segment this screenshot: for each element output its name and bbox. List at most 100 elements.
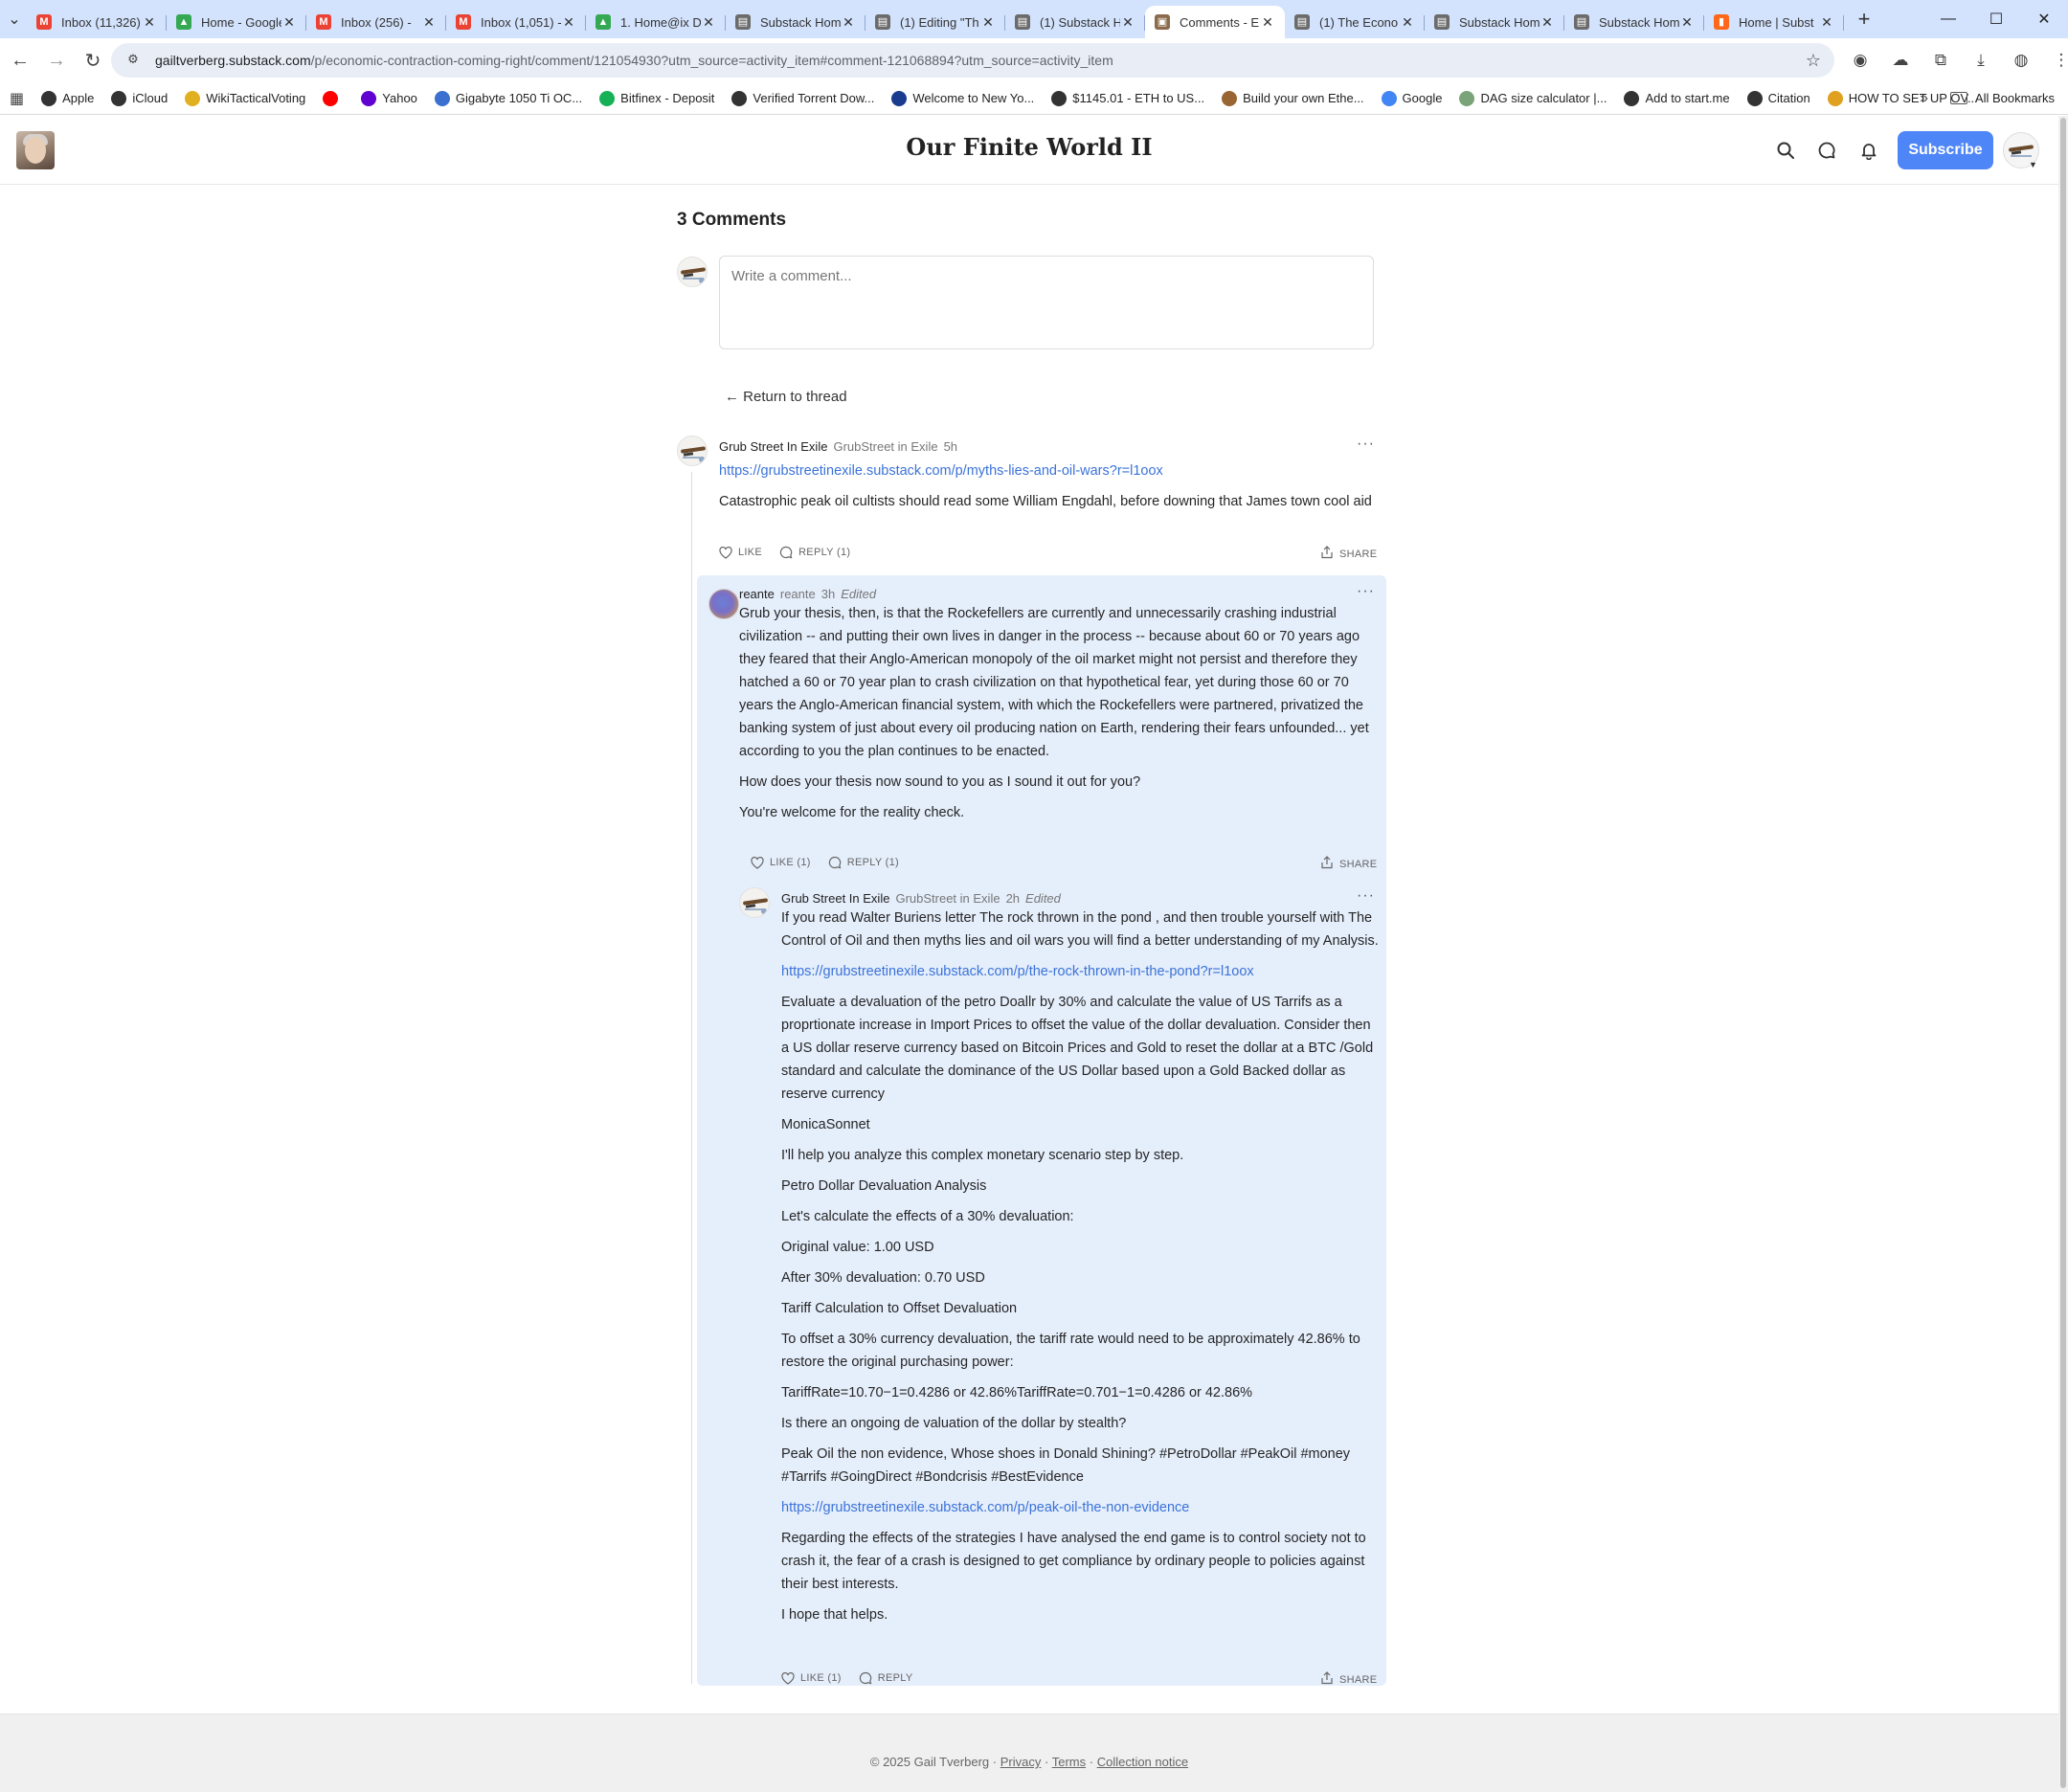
- scrollbar-thumb[interactable]: [2060, 118, 2066, 1788]
- share-button[interactable]: SHARE: [1320, 546, 1377, 562]
- bookmark-item[interactable]: Add to start.me: [1624, 90, 1730, 106]
- share-button[interactable]: SHARE: [1320, 856, 1377, 872]
- browser-tab[interactable]: ▤ Substack Hom ✕: [1425, 6, 1564, 38]
- browser-tab[interactable]: ▤ Substack Hom ✕: [1564, 6, 1704, 38]
- browser-tab[interactable]: ▲ Home - Google ✕: [167, 6, 306, 38]
- url-bar[interactable]: ⚙ gailtverberg.substack.com/p/economic-c…: [111, 43, 1834, 78]
- bookmark-item[interactable]: Bitfinex - Deposit: [599, 90, 714, 106]
- reload-icon[interactable]: ↻: [77, 44, 109, 77]
- bookmark-item[interactable]: [323, 90, 344, 106]
- profile-icon[interactable]: ◍: [2005, 44, 2037, 77]
- comment-link[interactable]: https://grubstreetinexile.substack.com/p…: [781, 1500, 1189, 1515]
- bookmarks-overflow-icon[interactable]: »: [1920, 90, 1928, 107]
- tab-close-icon[interactable]: ✕: [142, 14, 157, 31]
- extension-cloud-icon[interactable]: ☁: [1884, 44, 1917, 77]
- comment-time[interactable]: 3h: [821, 587, 835, 601]
- comment-link[interactable]: https://grubstreetinexile.substack.com/p…: [719, 463, 1163, 479]
- comment-handle[interactable]: GrubStreet in Exile: [833, 439, 937, 454]
- bookmark-item[interactable]: Welcome to New Yo...: [891, 90, 1034, 106]
- publication-title[interactable]: Our Finite World II: [0, 133, 2058, 161]
- close-window-icon[interactable]: ✕: [2020, 0, 2068, 38]
- tab-close-icon[interactable]: ✕: [1540, 14, 1555, 31]
- site-settings-icon[interactable]: ⚙: [124, 52, 142, 69]
- share-button[interactable]: SHARE: [1320, 1671, 1377, 1688]
- tab-close-icon[interactable]: ✕: [1400, 14, 1415, 31]
- bookmark-item[interactable]: Gigabyte 1050 Ti OC...: [434, 90, 582, 106]
- privacy-link[interactable]: Privacy: [1000, 1755, 1042, 1769]
- tab-close-icon[interactable]: ✕: [561, 14, 576, 31]
- comment-handle[interactable]: GrubStreet in Exile: [895, 891, 1000, 906]
- tab-close-icon[interactable]: ✕: [841, 14, 856, 31]
- forward-icon[interactable]: →: [40, 44, 73, 77]
- bookmark-item[interactable]: Build your own Ethe...: [1222, 90, 1364, 106]
- reply-button[interactable]: REPLY (1): [779, 546, 850, 559]
- reply-button[interactable]: REPLY: [859, 1671, 913, 1685]
- like-button[interactable]: LIKE: [719, 546, 762, 559]
- bookmark-item[interactable]: Apple: [41, 90, 94, 106]
- return-to-thread-link[interactable]: ← Return to thread: [725, 389, 847, 405]
- tab-close-icon[interactable]: ✕: [1679, 14, 1695, 31]
- download-icon[interactable]: ⤓: [1965, 44, 1997, 77]
- comment-author[interactable]: Grub Street In Exile: [719, 439, 827, 454]
- comment-time[interactable]: 2h: [1006, 891, 1020, 906]
- browser-tab[interactable]: ▮ Home | Subst ✕: [1704, 6, 1844, 38]
- comment-handle[interactable]: reante: [780, 587, 816, 601]
- all-bookmarks-button[interactable]: All Bookmarks: [1949, 91, 2055, 105]
- bookmark-item[interactable]: Google: [1381, 90, 1442, 106]
- comment-input[interactable]: [719, 256, 1374, 349]
- chevron-down-icon[interactable]: ▼: [2029, 160, 2037, 169]
- extensions-puzzle-icon[interactable]: ⧉: [1924, 44, 1957, 77]
- bookmark-item[interactable]: $1145.01 - ETH to US...: [1051, 90, 1204, 106]
- bookmark-item[interactable]: iCloud: [111, 90, 168, 106]
- comment-avatar[interactable]: [677, 436, 708, 466]
- comment-avatar[interactable]: [708, 589, 739, 619]
- tab-search-chevron-icon[interactable]: ⌄: [2, 5, 27, 34]
- minimize-icon[interactable]: —: [1924, 0, 1972, 38]
- browser-tab[interactable]: M Inbox (1,051) - ✕: [446, 6, 586, 38]
- tab-close-icon[interactable]: ✕: [421, 14, 437, 31]
- tab-close-icon[interactable]: ✕: [701, 14, 716, 31]
- maximize-icon[interactable]: ☐: [1972, 0, 2020, 38]
- bookmark-item[interactable]: Verified Torrent Dow...: [731, 90, 874, 106]
- collection-notice-link[interactable]: Collection notice: [1097, 1755, 1188, 1769]
- reply-button[interactable]: REPLY (1): [828, 856, 899, 869]
- comment-avatar[interactable]: [739, 887, 770, 918]
- browser-tab[interactable]: ▤ (1) The Econo ✕: [1285, 6, 1425, 38]
- bookmark-item[interactable]: DAG size calculator |...: [1459, 90, 1607, 106]
- comment-time[interactable]: 5h: [944, 439, 957, 454]
- browser-tab[interactable]: ▤ Substack Home ✕: [726, 6, 865, 38]
- search-icon[interactable]: [1772, 137, 1799, 164]
- bookmark-item[interactable]: WikiTacticalVoting: [185, 90, 305, 106]
- extension-circle-icon[interactable]: ◉: [1844, 44, 1877, 77]
- more-options-icon[interactable]: ···: [1357, 583, 1375, 600]
- browser-tab[interactable]: ▲ 1. Home@ix D ✕: [586, 6, 726, 38]
- bookmark-item[interactable]: Citation: [1746, 90, 1810, 106]
- like-button[interactable]: LIKE (1): [781, 1671, 842, 1685]
- like-button[interactable]: LIKE (1): [751, 856, 811, 869]
- comment-author[interactable]: reante: [739, 587, 775, 601]
- browser-tab[interactable]: M Inbox (256) - ✕: [306, 6, 446, 38]
- browser-tab[interactable]: ▤ (1) Substack H ✕: [1005, 6, 1145, 38]
- bell-icon[interactable]: [1855, 137, 1882, 164]
- subscribe-button[interactable]: Subscribe: [1898, 131, 1993, 169]
- comment-link[interactable]: https://grubstreetinexile.substack.com/p…: [781, 964, 1254, 979]
- back-icon[interactable]: ←: [4, 44, 36, 77]
- browser-menu-icon[interactable]: ⋮: [2045, 44, 2068, 77]
- browser-tab[interactable]: ▤ (1) Editing "Th ✕: [865, 6, 1005, 38]
- bookmark-star-icon[interactable]: ☆: [1806, 51, 1821, 71]
- tab-close-icon[interactable]: ✕: [980, 14, 996, 31]
- new-tab-button[interactable]: +: [1850, 7, 1878, 32]
- tab-close-icon[interactable]: ✕: [1260, 14, 1275, 31]
- tab-close-icon[interactable]: ✕: [281, 14, 297, 31]
- tab-close-icon[interactable]: ✕: [1819, 14, 1834, 31]
- more-options-icon[interactable]: ···: [1357, 436, 1375, 453]
- browser-tab[interactable]: ▣ Comments - E ✕: [1145, 6, 1285, 38]
- chat-icon[interactable]: [1813, 137, 1840, 164]
- page-scrollbar[interactable]: [2058, 116, 2068, 1792]
- tab-close-icon[interactable]: ✕: [1120, 14, 1135, 31]
- browser-tab[interactable]: M Inbox (11,326) - ✕: [27, 6, 167, 38]
- apps-grid-icon[interactable]: ▦: [10, 89, 24, 108]
- url-text[interactable]: gailtverberg.substack.com/p/economic-con…: [155, 53, 1113, 68]
- comment-author[interactable]: Grub Street In Exile: [781, 891, 889, 906]
- more-options-icon[interactable]: ···: [1357, 887, 1375, 905]
